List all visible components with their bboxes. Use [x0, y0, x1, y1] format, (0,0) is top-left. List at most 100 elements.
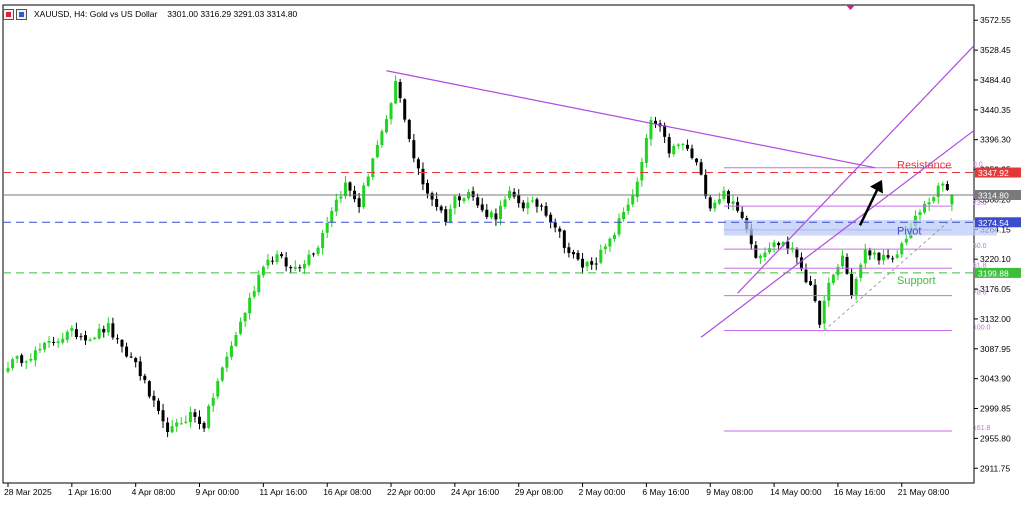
x-tick-label: 16 May 16:00	[834, 487, 886, 497]
candle-body	[631, 195, 635, 205]
candle-body	[243, 312, 247, 322]
chart-frame[interactable]: 3572.553528.453484.403440.353396.303352.…	[0, 0, 1024, 501]
window-icon[interactable]	[16, 8, 27, 20]
menu-icon[interactable]	[3, 8, 14, 20]
candle-body	[179, 423, 183, 425]
x-tick-label: 9 May 08:00	[706, 487, 753, 497]
candle-body	[804, 269, 808, 283]
chart-header: XAUUSD, H4: Gold vs US Dollar 3301.00 33…	[3, 7, 297, 21]
candle-body	[453, 196, 457, 209]
candle-body	[38, 348, 42, 351]
annotation-pivot: Pivot	[897, 225, 921, 237]
candle-body	[553, 222, 557, 228]
candle-body	[11, 359, 15, 368]
y-tick-label: 3043.90	[980, 374, 1011, 384]
candle-body	[809, 281, 813, 286]
candle-body	[489, 212, 493, 218]
y-tick-label: 3087.95	[980, 344, 1011, 354]
candle-body	[170, 426, 174, 433]
candle-body	[284, 257, 288, 267]
candle-body	[175, 422, 179, 427]
fib-level-label: 23.6	[973, 200, 987, 207]
candle-body	[343, 182, 347, 197]
candle-body	[435, 198, 439, 207]
candle-body	[280, 254, 284, 257]
candle-body	[407, 119, 411, 140]
candle-body	[681, 143, 685, 145]
candle-body	[261, 266, 265, 276]
candle-body	[576, 252, 580, 260]
candle-body	[316, 247, 320, 254]
candle-body	[152, 395, 156, 401]
candle-body	[156, 400, 160, 411]
x-tick-label: 16 Apr 08:00	[323, 487, 371, 497]
candle-body	[544, 206, 548, 216]
candle-body	[818, 300, 822, 325]
candle-body	[42, 342, 46, 350]
candle-body	[444, 209, 448, 223]
candle-body	[394, 80, 398, 104]
candle-body	[193, 412, 197, 417]
candle-body	[608, 238, 612, 247]
candle-body	[115, 338, 119, 340]
candle-body	[289, 267, 293, 269]
candle-body	[88, 339, 92, 341]
candle-body	[590, 261, 594, 265]
candle-body	[138, 361, 142, 377]
candle-body	[777, 243, 781, 246]
candle-body	[161, 410, 165, 422]
candle-body	[708, 197, 712, 209]
y-tick-label: 3572.55	[980, 15, 1011, 25]
candle-body	[863, 249, 867, 264]
candle-body	[248, 297, 252, 314]
x-tick-label: 29 Apr 08:00	[515, 487, 563, 497]
candle-body	[799, 257, 803, 270]
candle-body	[622, 212, 626, 220]
fib-level-label: 78.6	[973, 290, 987, 297]
candle-body	[549, 214, 553, 223]
candle-body	[198, 416, 202, 424]
candle-body	[70, 327, 74, 331]
candle-body	[704, 174, 708, 197]
candle-body	[366, 176, 370, 186]
candle-body	[302, 264, 306, 269]
candle-body	[426, 183, 430, 194]
plot-area[interactable]	[2, 4, 975, 484]
annotation-support: Support	[897, 275, 936, 287]
candle-body	[731, 201, 735, 205]
fib-level-label: 100.0	[973, 324, 991, 331]
ohlc-readout: 3301.00 3316.29 3291.03 3314.80	[167, 9, 298, 19]
candle-body	[270, 260, 274, 262]
candle-body	[850, 274, 854, 296]
y-tick-label: 3484.40	[980, 75, 1011, 85]
candle-body	[699, 162, 703, 175]
candle-body	[558, 228, 562, 232]
candle-body	[97, 328, 101, 339]
candle-body	[389, 103, 393, 120]
candle-body	[904, 238, 908, 243]
candle-body	[854, 278, 858, 295]
candle-body	[599, 249, 603, 263]
candle-body	[754, 245, 758, 258]
x-tick-label: 11 Apr 16:00	[259, 487, 307, 497]
x-tick-label: 4 Apr 08:00	[132, 487, 176, 497]
candle-body	[380, 131, 384, 146]
candle-body	[517, 195, 521, 204]
candle-body	[225, 356, 229, 368]
candle-body	[498, 205, 502, 219]
candle-body	[416, 159, 420, 169]
candle-body	[690, 148, 694, 158]
x-tick-label: 22 Apr 00:00	[387, 487, 435, 497]
candle-body	[612, 234, 616, 240]
candle-body	[6, 368, 10, 372]
candle-body	[567, 247, 571, 253]
candle-body	[79, 336, 83, 338]
candle-body	[476, 197, 480, 206]
candle-body	[143, 375, 147, 381]
candle-body	[726, 191, 730, 204]
price-chart[interactable]: 3572.553528.453484.403440.353396.303352.…	[0, 0, 1024, 501]
candle-body	[448, 208, 452, 223]
candle-body	[540, 205, 544, 207]
candle-body	[457, 196, 461, 201]
y-tick-label: 2955.80	[980, 433, 1011, 443]
